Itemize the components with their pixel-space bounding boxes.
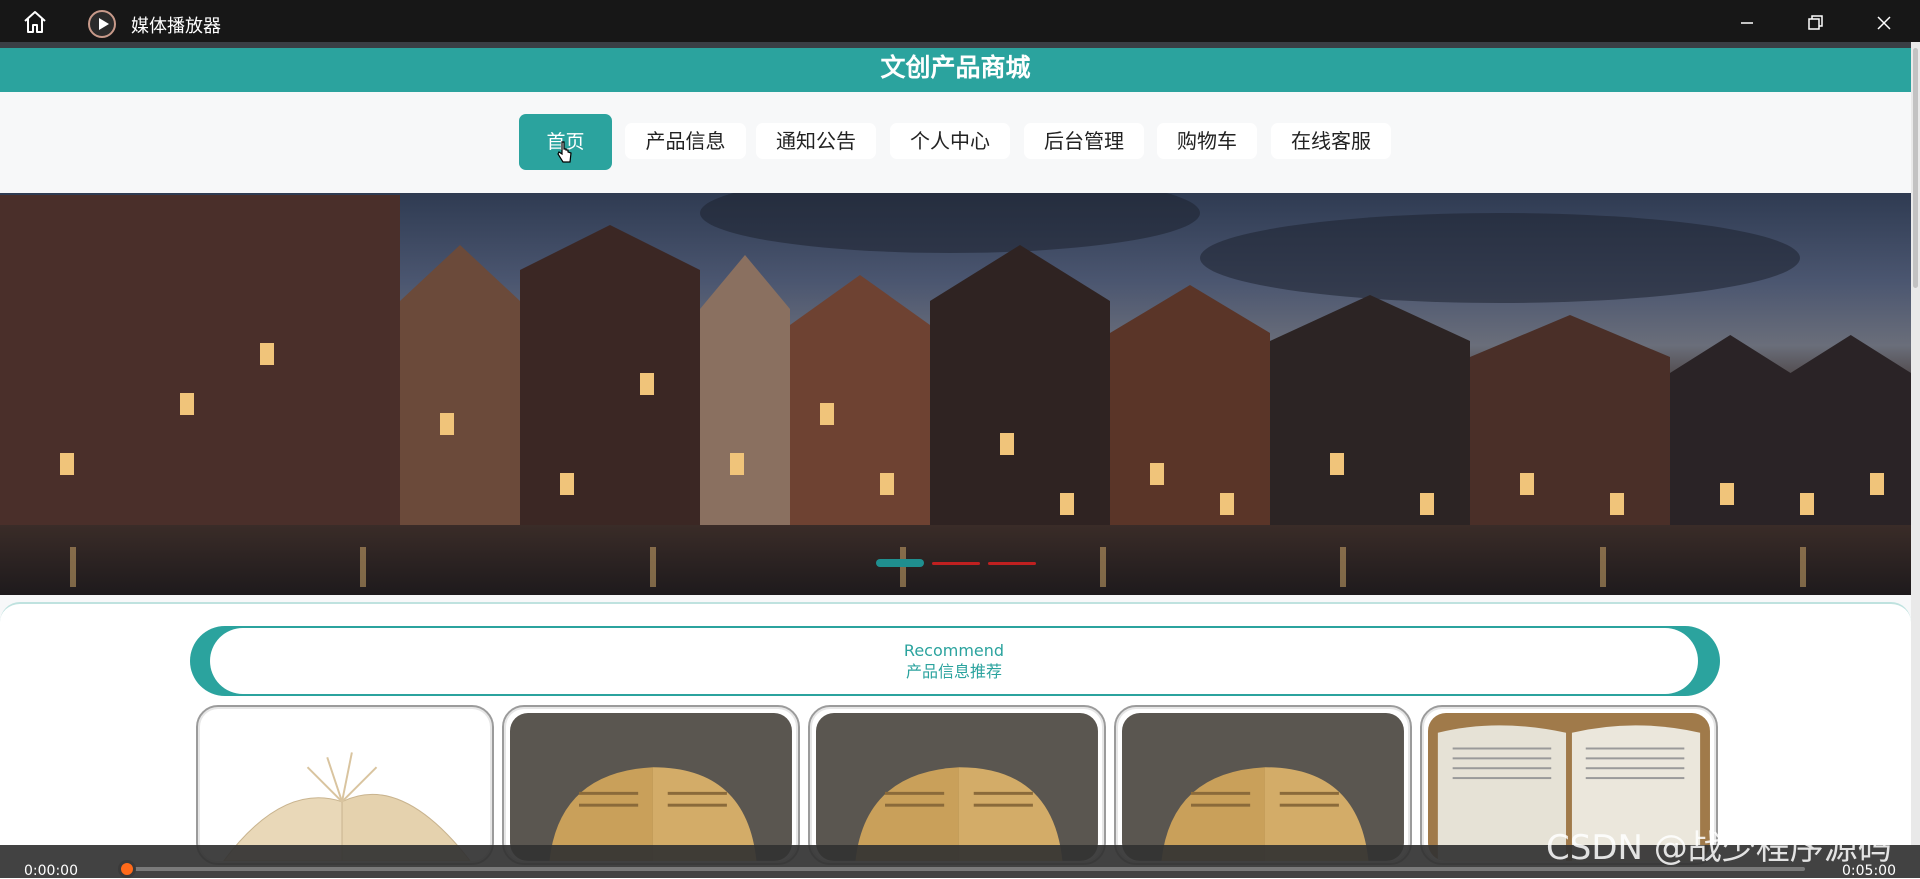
page-scrollbar[interactable] [1911, 42, 1920, 845]
nav-item-notices[interactable]: 通知公告 [756, 123, 876, 159]
product-card[interactable] [502, 705, 800, 865]
banner-carousel[interactable] [0, 193, 1911, 595]
media-player-app-icon [88, 10, 116, 38]
recommend-title-cn: 产品信息推荐 [905, 662, 1002, 681]
product-card[interactable] [196, 705, 494, 865]
main-navigation: 首页 产品信息 通知公告 个人中心 后台管理 购物车 在线客服 [0, 114, 1911, 172]
nav-item-admin[interactable]: 后台管理 [1024, 123, 1144, 159]
carousel-dot-3[interactable] [988, 562, 1036, 565]
product-image [1122, 713, 1404, 861]
mouse-cursor-icon [557, 141, 572, 163]
banner-water [0, 525, 1911, 595]
scrollbar-thumb[interactable] [1913, 48, 1918, 288]
product-image [816, 713, 1098, 861]
current-time: 0:00:00 [24, 863, 78, 879]
nav-item-products[interactable]: 产品信息 [625, 123, 746, 159]
nav-item-online-service[interactable]: 在线客服 [1271, 123, 1391, 159]
watermark: CSDN @战少程序源码 [1546, 828, 1892, 868]
recommend-title-en: Recommend [903, 641, 1005, 660]
product-image [510, 713, 792, 861]
carousel-dot-1[interactable] [876, 559, 924, 567]
window-title: 媒体播放器 [131, 16, 221, 37]
nav-item-profile[interactable]: 个人中心 [890, 123, 1010, 159]
minimize-icon[interactable] [1732, 8, 1762, 38]
window-titlebar: 媒体播放器 [0, 0, 1920, 42]
close-icon[interactable] [1869, 8, 1899, 38]
nav-item-cart[interactable]: 购物车 [1157, 123, 1257, 159]
webpage-viewport: 文创产品商城 首页 产品信息 通知公告 个人中心 后台管理 购物车 在线客服 R… [0, 42, 1911, 878]
product-image [204, 713, 486, 861]
product-card[interactable] [1114, 705, 1412, 865]
carousel-dot-2[interactable] [932, 562, 980, 565]
restore-icon[interactable] [1800, 8, 1830, 38]
recommend-header: Recommend 产品信息推荐 [190, 626, 1720, 696]
site-title: 文创产品商城 [0, 48, 1911, 92]
product-card[interactable] [808, 705, 1106, 865]
seek-knob[interactable] [118, 860, 136, 878]
home-icon[interactable] [22, 10, 48, 34]
